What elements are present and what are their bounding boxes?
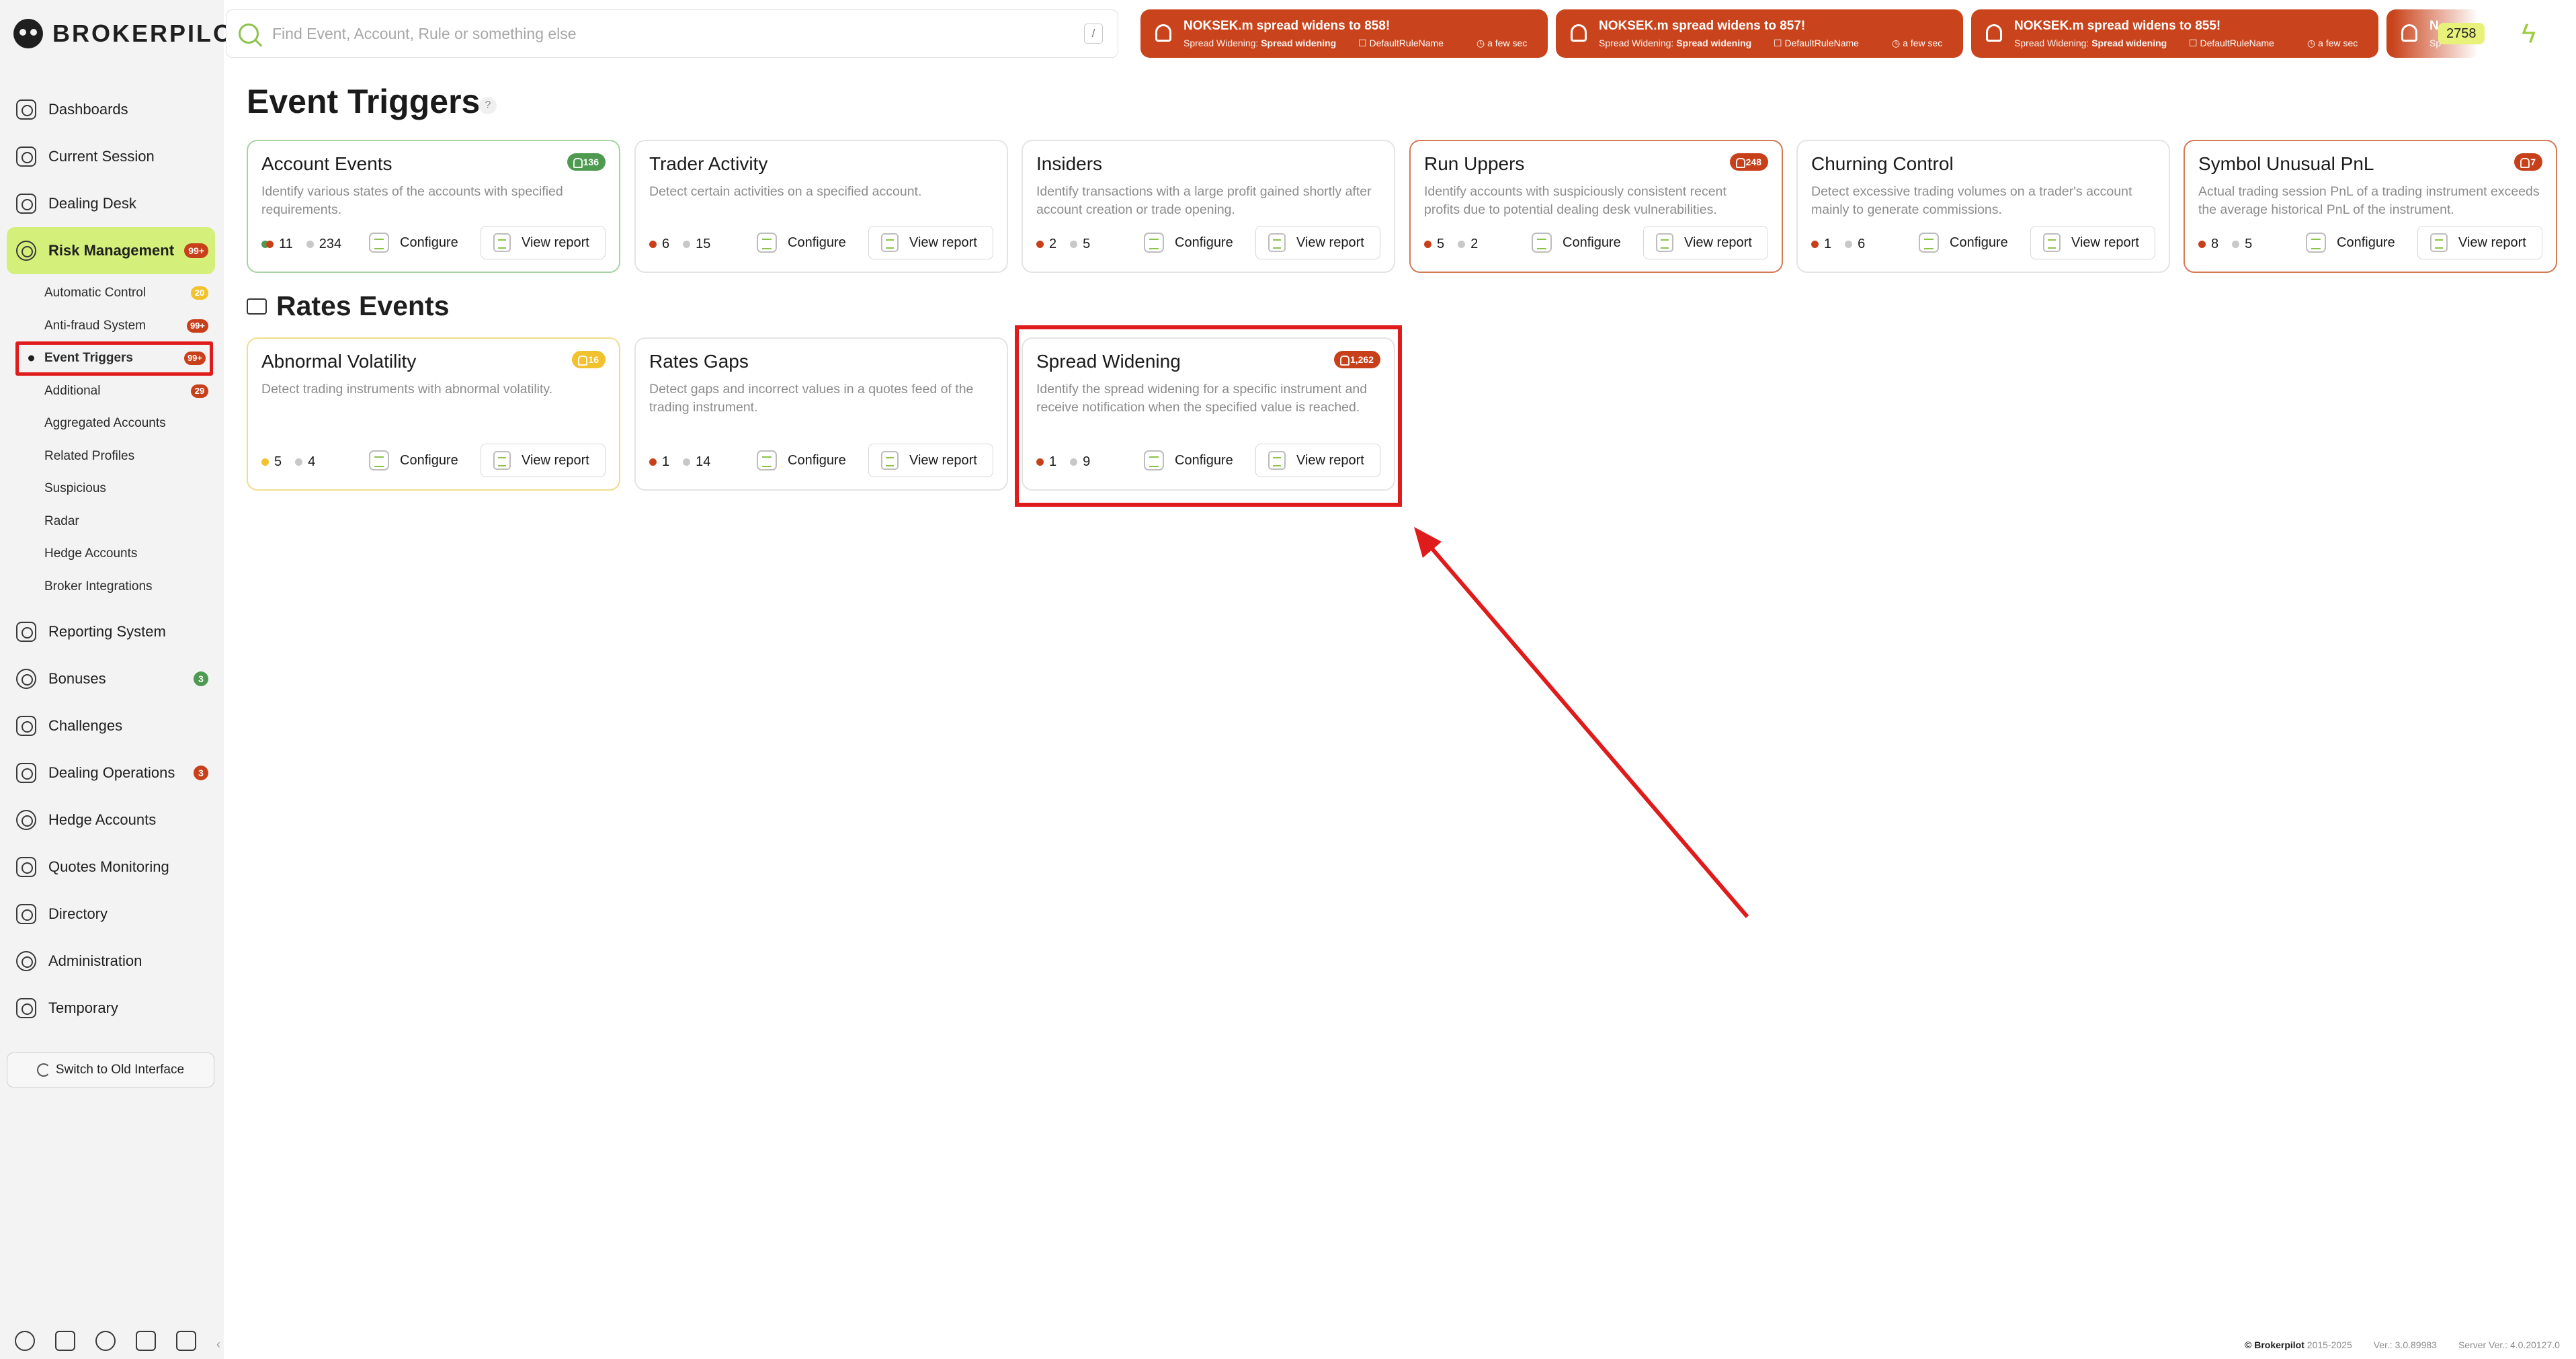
footer-server-version: Server Ver.: 4.0.20127.0 [2458, 1340, 2560, 1350]
annotation-arrow [1414, 527, 1749, 918]
footer-version: Ver.: 3.0.89983 [2373, 1340, 2437, 1350]
footer-copyright: © Brokerpilot 2015-2025 [2245, 1340, 2352, 1350]
footer-brand: © Brokerpilot [2245, 1340, 2304, 1350]
footer-years: 2015-2025 [2307, 1340, 2352, 1350]
footer: © Brokerpilot 2015-2025 Ver.: 3.0.89983 … [2245, 1340, 2560, 1350]
arrow-line [1424, 540, 1749, 918]
